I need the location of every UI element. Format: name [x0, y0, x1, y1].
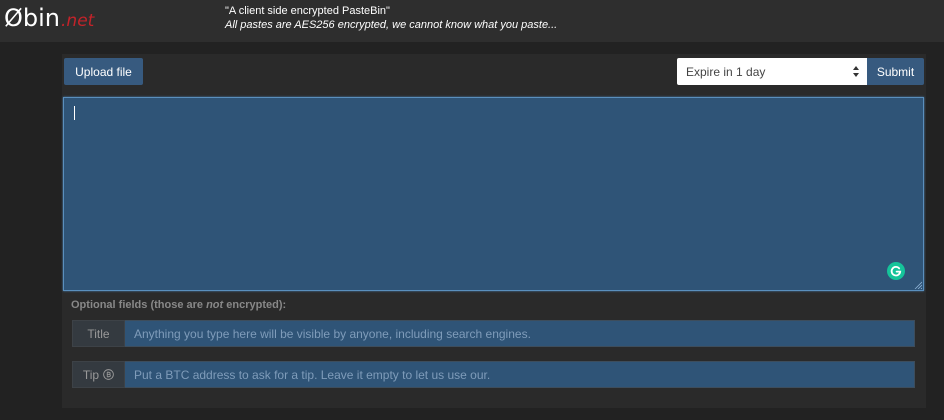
optional-label-before: Optional fields (those are: [71, 299, 207, 311]
bitcoin-icon: [103, 369, 114, 380]
tip-input[interactable]: Put a BTC address to ask for a tip. Leav…: [125, 361, 915, 388]
title-input[interactable]: Anything you type here will be visible b…: [125, 320, 915, 347]
tip-addon: Tip: [72, 361, 125, 388]
title-field-row: Title Anything you type here will be vis…: [72, 320, 915, 347]
expire-select[interactable]: Expire in 1 day: [677, 58, 867, 85]
logo-main-text: Øbin: [4, 4, 61, 32]
site-logo[interactable]: Øbin.net: [4, 4, 94, 38]
tip-placeholder: Put a BTC address to ask for a tip. Leav…: [134, 367, 491, 382]
upload-file-button[interactable]: Upload file: [64, 58, 143, 85]
title-placeholder: Anything you type here will be visible b…: [134, 326, 531, 341]
optional-label-after: encrypted):: [223, 299, 287, 311]
paste-textarea[interactable]: [63, 97, 924, 291]
grammarly-icon[interactable]: [887, 262, 905, 280]
text-cursor: [74, 106, 75, 120]
optional-fields-label: Optional fields (those are not encrypted…: [71, 299, 286, 311]
resize-grip-icon[interactable]: [914, 281, 922, 289]
title-addon-label: Title: [87, 326, 110, 341]
tip-addon-label: Tip: [82, 367, 100, 382]
select-arrows-icon: [853, 66, 859, 77]
optional-label-em: not: [206, 299, 224, 311]
submit-button[interactable]: Submit: [867, 58, 924, 85]
title-addon: Title: [72, 320, 125, 347]
site-tagline: "A client side encrypted PasteBin": [225, 5, 390, 17]
tip-field-row: Tip Put a BTC address to ask for a tip. …: [72, 361, 915, 388]
expire-selected-value: Expire in 1 day: [686, 64, 766, 79]
site-subline: All pastes are AES256 encrypted, we cann…: [225, 19, 558, 31]
logo-net-text: .net: [61, 11, 95, 31]
site-header: Øbin.net "A client side encrypted PasteB…: [0, 0, 944, 42]
